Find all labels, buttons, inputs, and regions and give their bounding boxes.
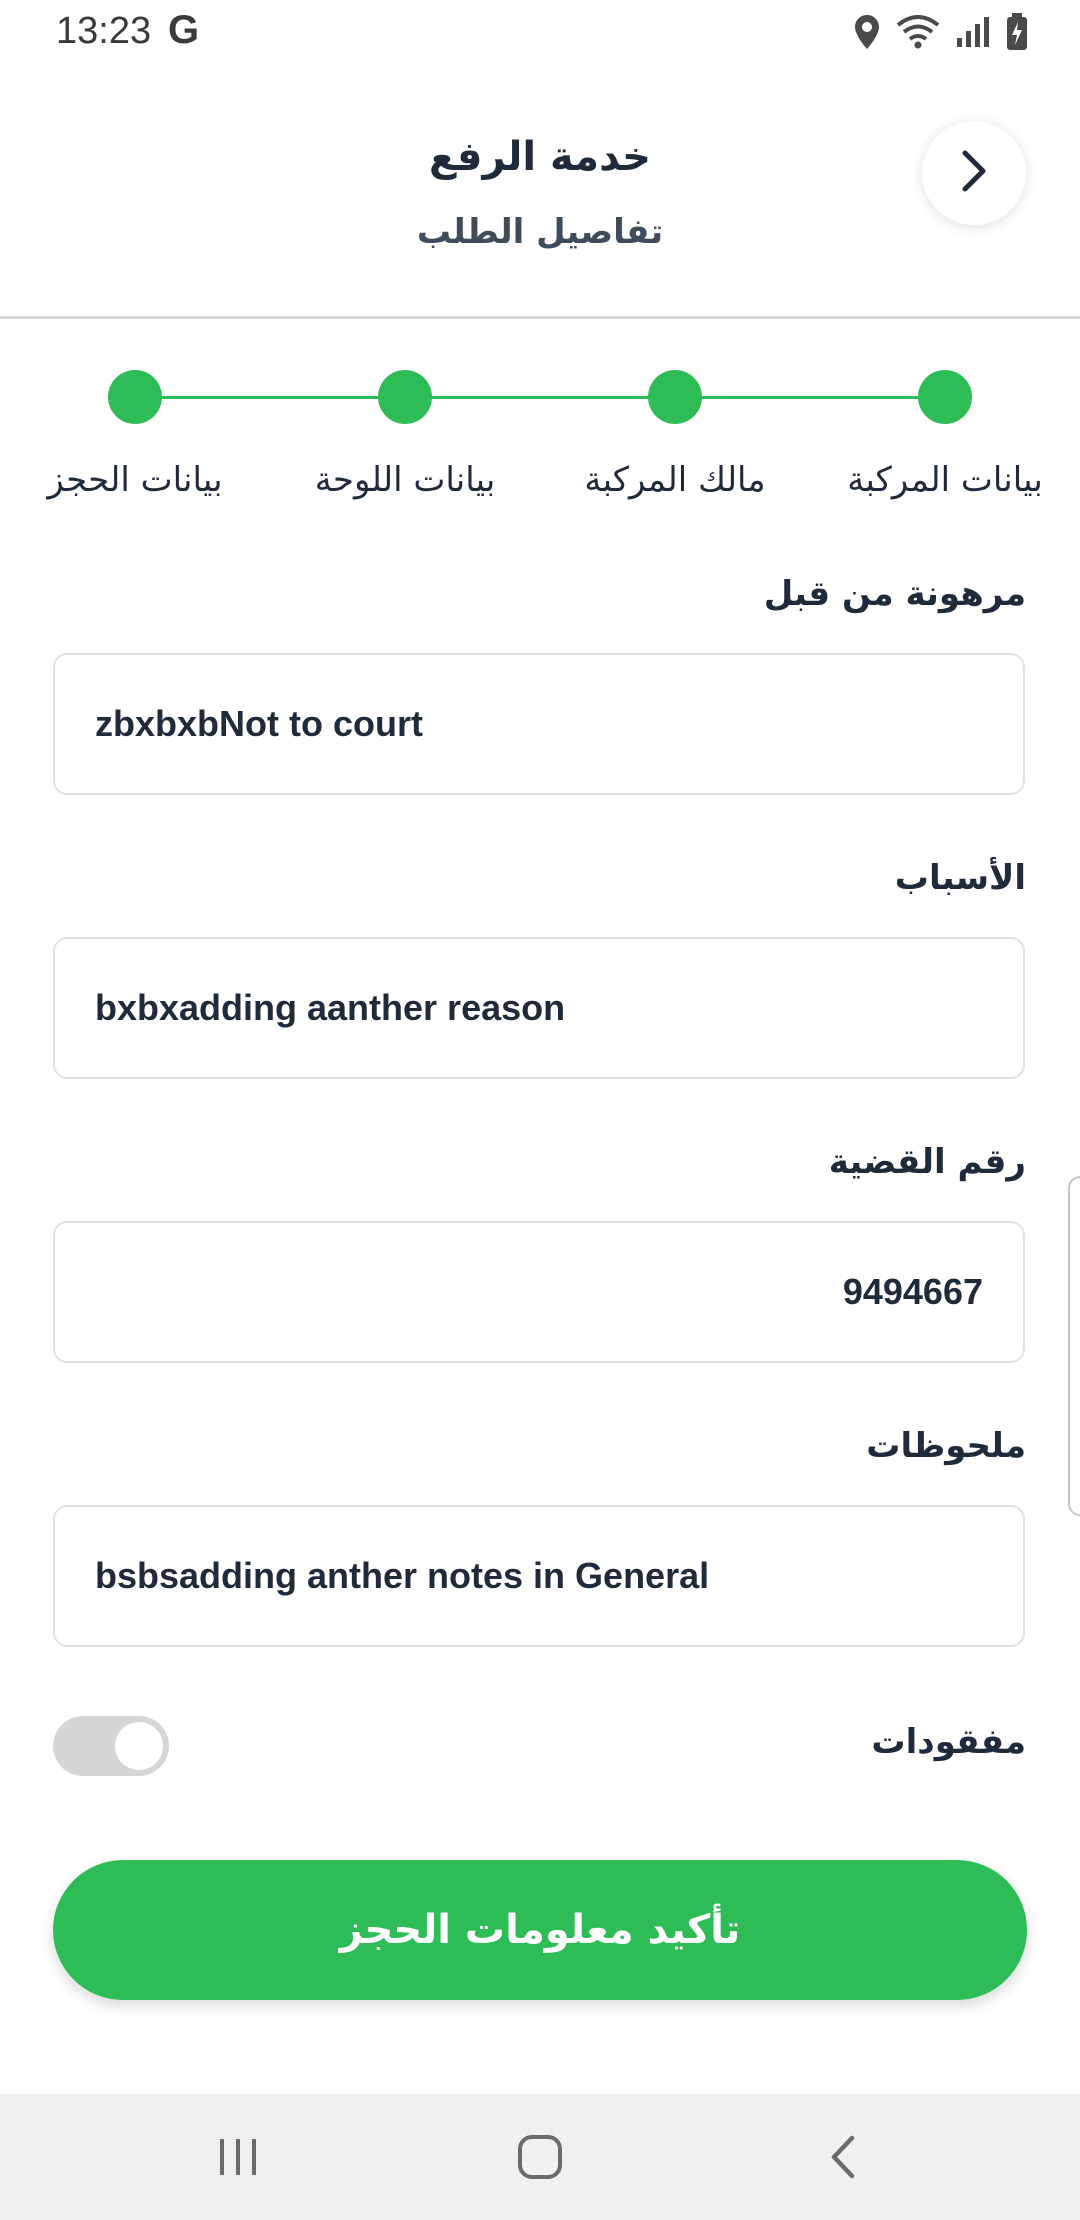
recents-icon (216, 2137, 260, 2181)
reasons-label: الأسباب (894, 858, 1026, 898)
home-button[interactable] (505, 2124, 575, 2194)
status-icons (854, 12, 1028, 52)
missing-items-toggle[interactable] (53, 1716, 169, 1776)
mortgaged-label: مرهونة من قبل (763, 574, 1026, 614)
stepper-line (135, 396, 945, 399)
missing-items-label: مفقودات (871, 1722, 1026, 1762)
reasons-value: bxbxadding aanther reason (95, 987, 566, 1028)
case-number-value: 9494667 (842, 1271, 983, 1312)
signal-icon (956, 16, 990, 48)
wifi-icon (896, 15, 940, 49)
location-icon (854, 14, 880, 50)
step-dot-vehicle-data (918, 370, 972, 424)
page-title: خدمة الرفع (428, 134, 651, 180)
scrollbar-handle[interactable] (1068, 1176, 1080, 1516)
mortgaged-field[interactable]: zbxbxbNot to court (53, 653, 1025, 795)
step-label-booking-data: بيانات الحجز (47, 460, 223, 500)
case-number-label: رقم القضية (828, 1142, 1026, 1182)
mortgaged-value: zbxbxbNot to court (95, 703, 423, 744)
google-icon: G (168, 8, 200, 52)
home-icon (517, 2134, 563, 2184)
header: خدمة الرفع تفاصيل الطلب (0, 66, 1080, 319)
battery-charging-icon (1006, 13, 1028, 51)
step-label-plate-data: بيانات اللوحة (314, 460, 496, 500)
confirm-booking-label: تأكيد معلومات الحجز (339, 1907, 741, 1953)
reasons-field[interactable]: bxbxadding aanther reason (53, 937, 1025, 1079)
notes-value: bsbsadding anther notes in General (95, 1555, 710, 1596)
step-dot-booking-data (108, 370, 162, 424)
system-back-button[interactable] (808, 2124, 878, 2194)
step-label-vehicle-data: بيانات المركبة (847, 460, 1043, 500)
toggle-knob (115, 1722, 163, 1770)
system-nav-bar (0, 2094, 1080, 2220)
step-label-vehicle-owner: مالك المركبة (584, 460, 766, 500)
recents-button[interactable] (203, 2124, 273, 2194)
back-icon (828, 2134, 858, 2184)
confirm-booking-button[interactable]: تأكيد معلومات الحجز (53, 1860, 1027, 2000)
status-time: 13:23 (56, 10, 152, 52)
notes-field[interactable]: bsbsadding anther notes in General (53, 1505, 1025, 1647)
step-dot-vehicle-owner (648, 370, 702, 424)
step-dot-plate-data (378, 370, 432, 424)
notes-label: ملحوظات (866, 1426, 1026, 1466)
status-bar: 13:23 G (0, 0, 1080, 66)
case-number-field[interactable]: 9494667 (53, 1221, 1025, 1363)
progress-stepper: بيانات المركبة مالك المركبة بيانات اللوح… (0, 320, 1080, 520)
chevron-right-icon (957, 148, 991, 198)
page-subtitle: تفاصيل الطلب (416, 212, 664, 252)
back-button[interactable] (922, 121, 1026, 225)
